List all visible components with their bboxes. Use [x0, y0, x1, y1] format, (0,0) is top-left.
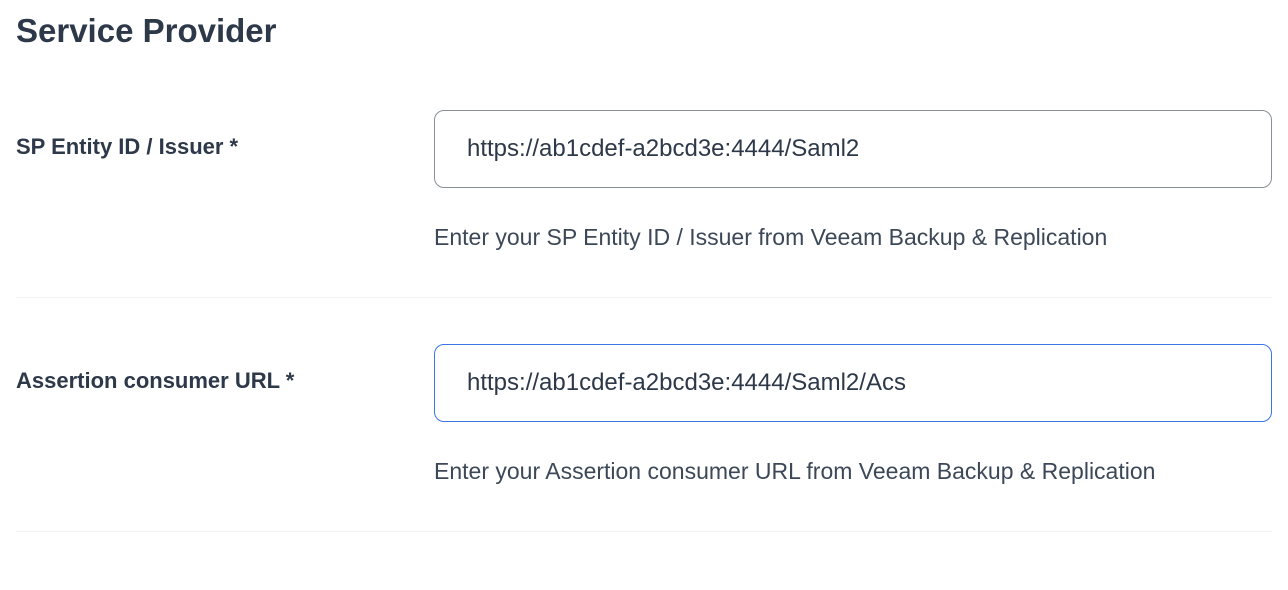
sp-entity-id-input[interactable]	[434, 110, 1272, 188]
section-title: Service Provider	[16, 12, 1272, 50]
form-row-sp-entity-id: SP Entity ID / Issuer * Enter your SP En…	[16, 110, 1272, 298]
assertion-consumer-url-help: Enter your Assertion consumer URL from V…	[434, 458, 1272, 485]
sp-entity-id-label: SP Entity ID / Issuer *	[16, 134, 238, 159]
form-row-assertion-consumer-url: Assertion consumer URL * Enter your Asse…	[16, 344, 1272, 532]
assertion-consumer-url-label: Assertion consumer URL *	[16, 368, 294, 393]
sp-entity-id-help: Enter your SP Entity ID / Issuer from Ve…	[434, 224, 1272, 251]
assertion-consumer-url-input[interactable]	[434, 344, 1272, 422]
